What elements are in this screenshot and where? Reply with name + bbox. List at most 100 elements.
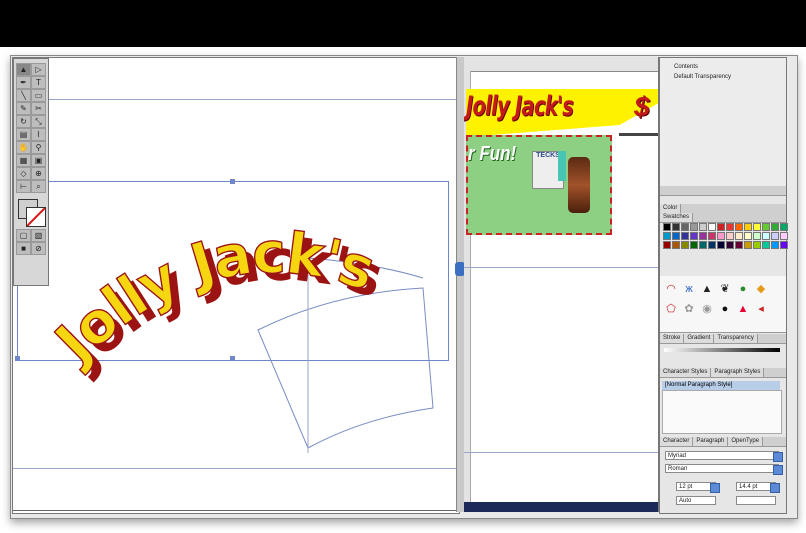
swatch-chip[interactable]: [726, 241, 734, 249]
shield-symbol-icon[interactable]: ⬠: [664, 302, 678, 316]
line-tool-icon[interactable]: ╲: [16, 89, 31, 102]
tab-swatches[interactable]: Swatches: [660, 213, 694, 222]
hand-tool-icon[interactable]: ✋: [16, 141, 31, 154]
selection-tool-icon[interactable]: ▲: [16, 63, 31, 76]
apply-color-icon[interactable]: ■: [16, 242, 31, 255]
swatch-chip[interactable]: [753, 223, 761, 231]
swatch-chip[interactable]: [681, 223, 689, 231]
swatch-chip[interactable]: [663, 232, 671, 240]
tab-transparency[interactable]: Transparency: [714, 334, 758, 343]
swatch-chip[interactable]: [771, 241, 779, 249]
swatch-chip[interactable]: [744, 232, 752, 240]
pencil-tool-icon[interactable]: ✎: [16, 102, 31, 115]
swatch-chip[interactable]: [735, 223, 743, 231]
tab-color[interactable]: Color: [660, 204, 682, 213]
swatch-chip[interactable]: [672, 223, 680, 231]
promo-box[interactable]: r Fun! TECKS: [466, 135, 612, 235]
fish2-symbol-icon[interactable]: ◂: [754, 302, 768, 316]
swatch-chip[interactable]: [780, 223, 788, 231]
pen-tool-icon[interactable]: ✒: [16, 76, 31, 89]
menu-item-default-transparency[interactable]: Default Transparency: [674, 74, 731, 80]
swatch-chip[interactable]: [672, 241, 680, 249]
horizontal-ruler[interactable]: [464, 57, 658, 72]
note-tool-icon[interactable]: ⌕: [31, 180, 46, 193]
menu-item-contents[interactable]: Contents: [674, 64, 698, 70]
font-style-field[interactable]: Roman: [665, 464, 779, 473]
type-tool-icon[interactable]: T: [31, 76, 46, 89]
font-family-dropdown-icon[interactable]: [773, 452, 783, 462]
gradient-ramp[interactable]: [664, 348, 780, 352]
swatch-chip[interactable]: [753, 232, 761, 240]
stroke-swatch-icon[interactable]: [26, 207, 46, 227]
swatch-grid[interactable]: [663, 223, 788, 263]
tab-paragraph[interactable]: Paragraph: [693, 437, 729, 446]
zoom-tool-icon[interactable]: ⚲: [31, 141, 46, 154]
eye-symbol-icon[interactable]: ◉: [700, 302, 714, 316]
normal-view-icon[interactable]: ▢: [16, 229, 31, 242]
tab-opentype[interactable]: OpenType: [728, 437, 764, 446]
scissors-tool-icon[interactable]: ✂: [31, 102, 46, 115]
document-window-right[interactable]: Jolly Jack's $ r Fun! TECKS: [464, 57, 659, 512]
swatch-chip[interactable]: [726, 223, 734, 231]
swatch-chip[interactable]: [717, 232, 725, 240]
scale-tool-icon[interactable]: ⤡: [31, 115, 46, 128]
direct-select-tool-icon[interactable]: ▷: [31, 63, 46, 76]
frame-tool-icon[interactable]: ▣: [31, 154, 46, 167]
leading-dropdown-icon[interactable]: [770, 483, 780, 493]
free-transform-tool-icon[interactable]: ⊕: [31, 167, 46, 180]
preview-view-icon[interactable]: ▧: [31, 229, 46, 242]
leaf-symbol-icon[interactable]: ❦: [718, 282, 732, 296]
style-list-item[interactable]: [Normal Paragraph Style]: [662, 381, 780, 390]
swatch-chip[interactable]: [708, 232, 716, 240]
swatch-chip[interactable]: [762, 241, 770, 249]
swatch-chip[interactable]: [780, 232, 788, 240]
styles-list[interactable]: [662, 390, 782, 434]
swatch-chip[interactable]: [780, 241, 788, 249]
shape-symbol-icon[interactable]: ◠: [664, 282, 678, 296]
rotate-tool-icon[interactable]: ↻: [16, 115, 31, 128]
tab-stroke[interactable]: Stroke: [660, 334, 685, 343]
apple-symbol-icon[interactable]: ●: [736, 282, 750, 296]
swatch-chip[interactable]: [744, 223, 752, 231]
font-family-field[interactable]: Myriad: [665, 451, 779, 460]
swatch-chip[interactable]: [717, 223, 725, 231]
tab-character[interactable]: Character: [660, 437, 694, 446]
rectangle-tool-icon[interactable]: ▭: [31, 89, 46, 102]
tab-paragraph-styles[interactable]: Paragraph Styles: [711, 368, 765, 377]
swatch-chip[interactable]: [690, 232, 698, 240]
swatch-chip[interactable]: [672, 232, 680, 240]
swatch-chip[interactable]: [726, 232, 734, 240]
swatch-chip[interactable]: [681, 241, 689, 249]
measure-tool-icon[interactable]: ⊢: [16, 180, 31, 193]
button-tool-icon[interactable]: ▦: [16, 154, 31, 167]
shear-tool-icon[interactable]: ◇: [16, 167, 31, 180]
flower-symbol-icon[interactable]: ✿: [682, 302, 696, 316]
swatch-chip[interactable]: [699, 241, 707, 249]
swatch-chip[interactable]: [771, 232, 779, 240]
font-size-dropdown-icon[interactable]: [710, 483, 720, 493]
font-style-dropdown-icon[interactable]: [773, 465, 783, 475]
fish-symbol-icon[interactable]: ◆: [754, 282, 768, 296]
swatch-chip[interactable]: [762, 232, 770, 240]
swatch-chip[interactable]: [663, 223, 671, 231]
tracking-field[interactable]: [736, 496, 776, 505]
swatch-chip[interactable]: [735, 232, 743, 240]
swatch-chip[interactable]: [735, 241, 743, 249]
swatch-chip[interactable]: [699, 223, 707, 231]
document-window-left[interactable]: Jolly Jack's Jolly Jack's: [12, 57, 460, 514]
swatch-chip[interactable]: [690, 241, 698, 249]
tab-character-styles[interactable]: Character Styles: [660, 368, 712, 377]
kerning-field[interactable]: Auto: [676, 496, 716, 505]
gradient-tool-icon[interactable]: ▤: [16, 128, 31, 141]
jolly-jacks-headline-art[interactable]: Jolly Jack's Jolly Jack's: [13, 178, 453, 388]
swatch-chip[interactable]: [699, 232, 707, 240]
swatch-chip[interactable]: [753, 241, 761, 249]
eyedropper-tool-icon[interactable]: ⌇: [31, 128, 46, 141]
swatch-chip[interactable]: [762, 223, 770, 231]
swatch-chip[interactable]: [744, 241, 752, 249]
tab-gradient[interactable]: Gradient: [684, 334, 715, 343]
swatch-chip[interactable]: [708, 241, 716, 249]
swatch-chip[interactable]: [717, 241, 725, 249]
swatch-chip[interactable]: [690, 223, 698, 231]
flame-symbol-icon[interactable]: ▲: [736, 302, 750, 316]
